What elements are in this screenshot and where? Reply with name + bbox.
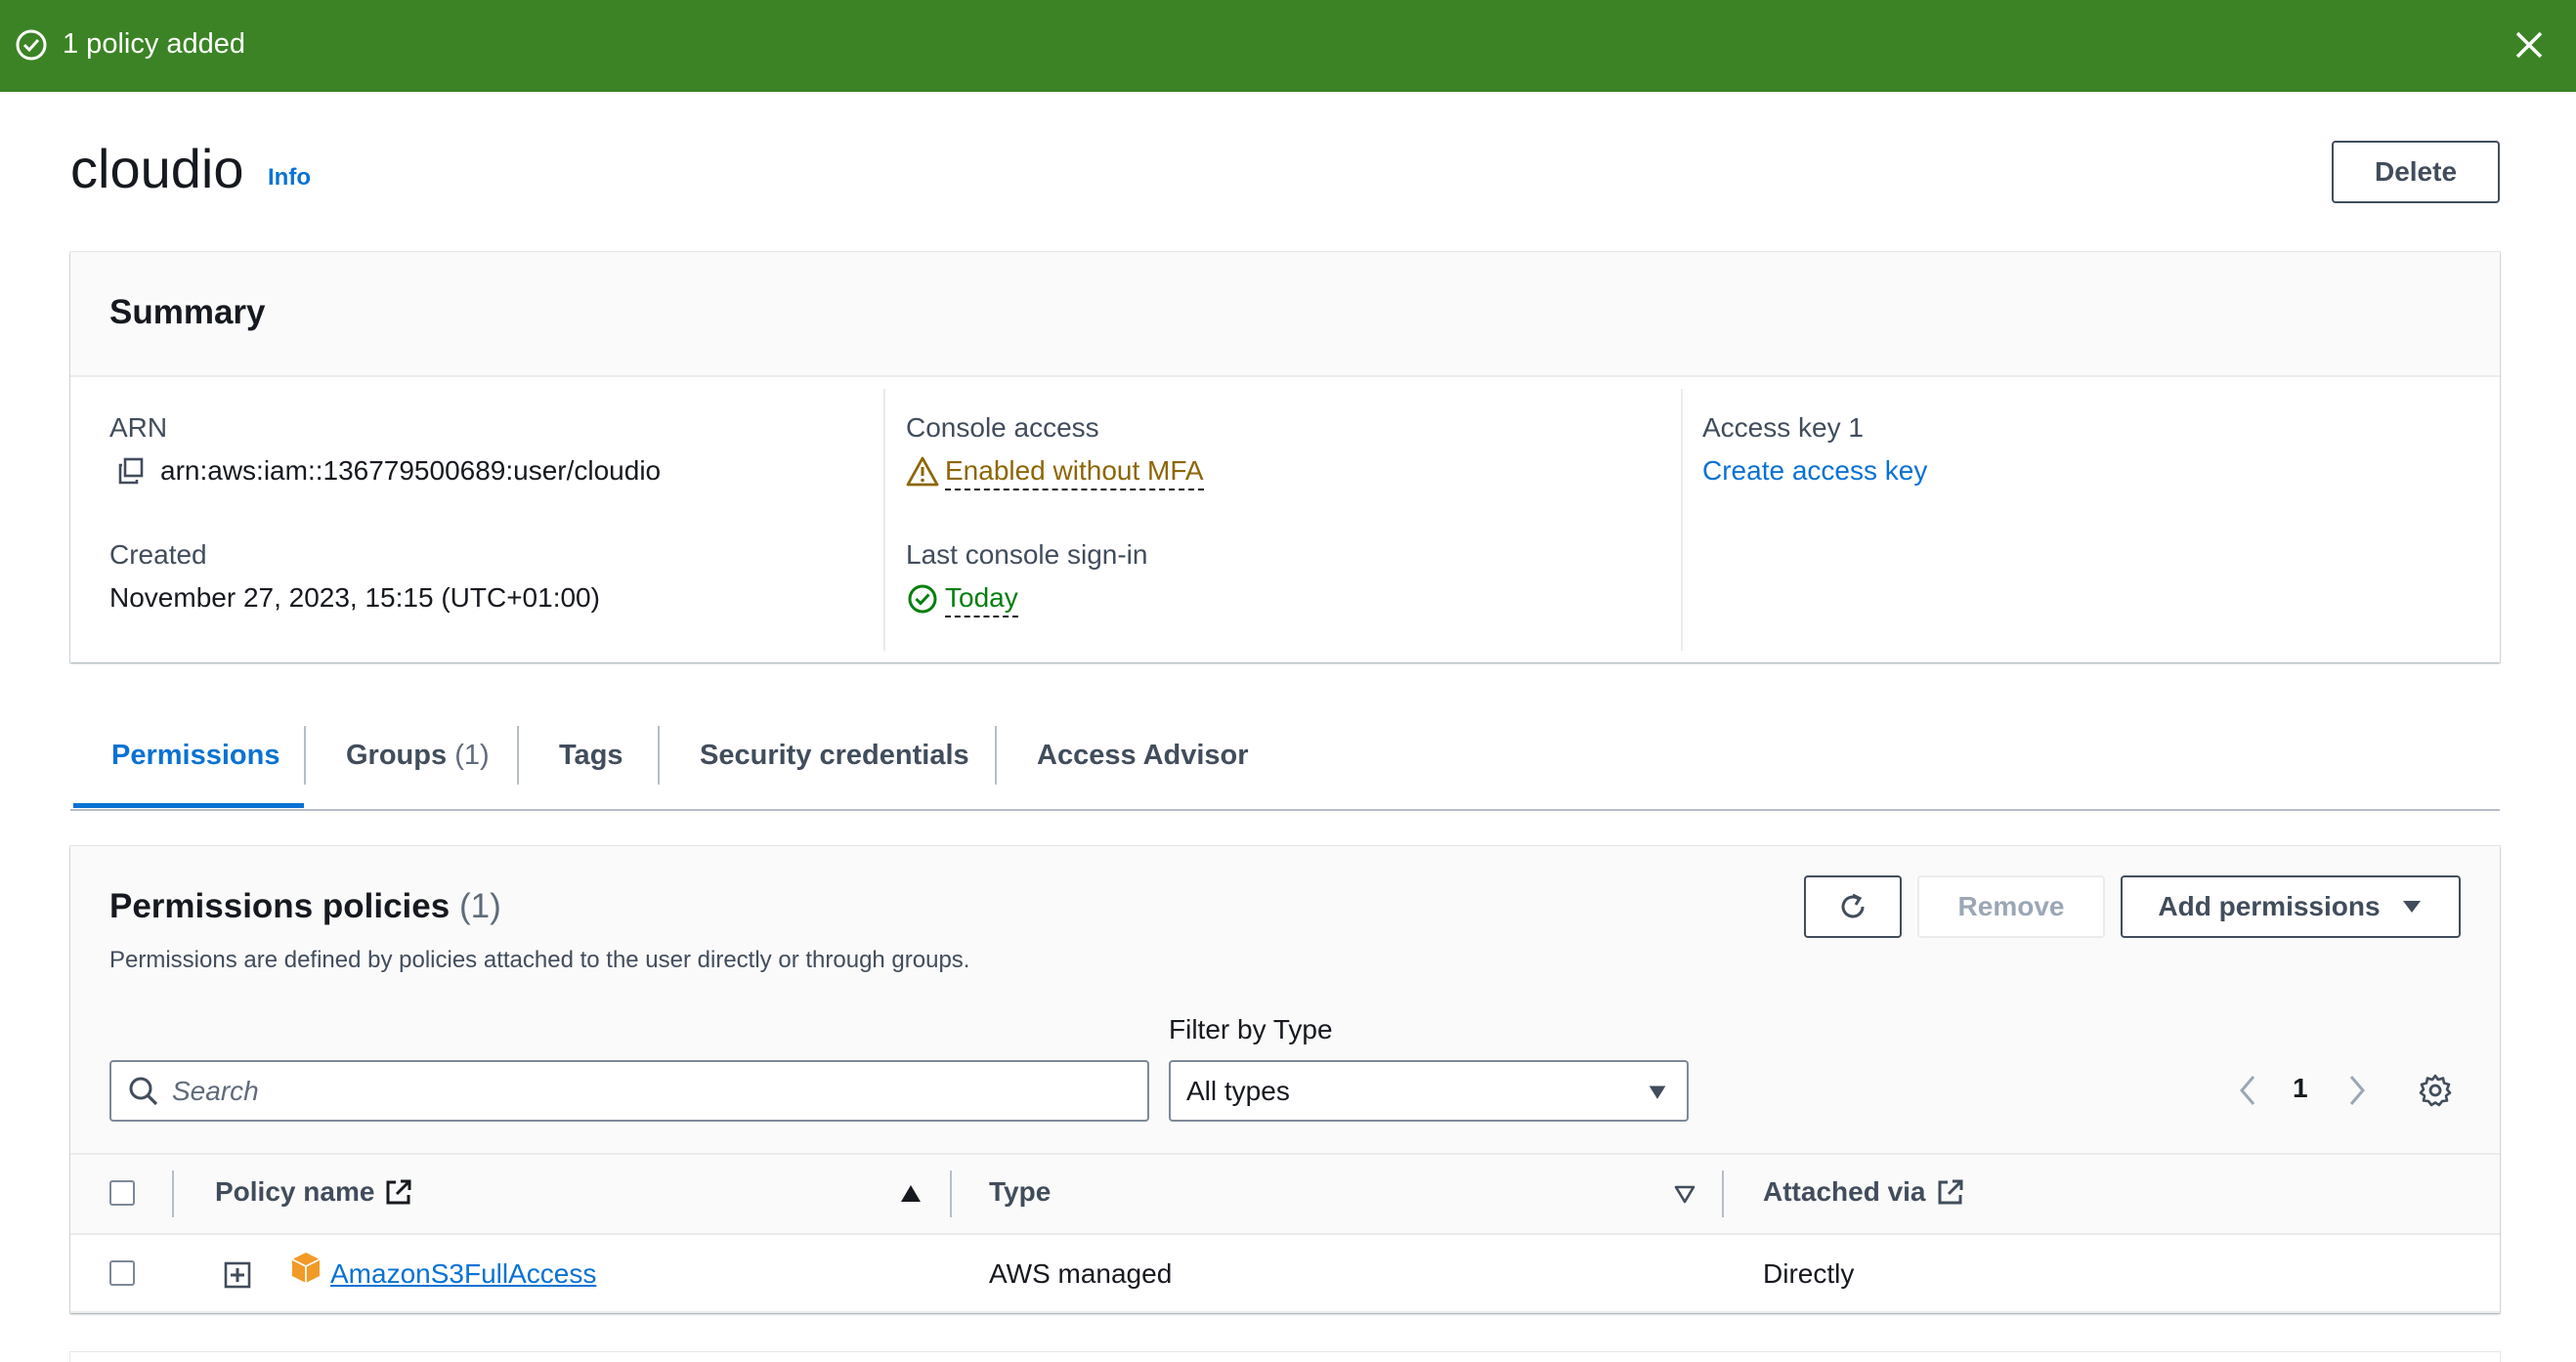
tab-permissions[interactable]: Permissions	[111, 738, 279, 773]
check-circle-icon	[908, 584, 937, 614]
permissions-description: Permissions are defined by policies atta…	[109, 947, 970, 973]
filter-type-select[interactable]: All types	[1169, 1060, 1689, 1122]
column-header-type[interactable]: Type	[989, 1174, 1051, 1210]
summary-card: Summary ARN arn:aws:iam::136779500689:us…	[70, 252, 2500, 662]
tab-label: Tags	[559, 740, 623, 771]
warning-icon	[906, 456, 939, 487]
access-key-label: Access key 1	[1702, 412, 1864, 443]
tab-label: Groups	[346, 740, 448, 771]
tab-separator	[658, 726, 660, 785]
column-header-label: Policy name	[215, 1176, 375, 1207]
permissions-title: Permissions policies (1)	[109, 885, 501, 928]
column-header-attached-via[interactable]: Attached via	[1763, 1174, 1965, 1210]
permissions-title-text: Permissions policies	[109, 887, 451, 925]
delete-button[interactable]: Delete	[2332, 141, 2500, 203]
info-link[interactable]: Info	[268, 164, 311, 192]
policy-attached-via: Directly	[1763, 1258, 1855, 1289]
arn-label: ARN	[109, 412, 168, 443]
chevron-right-icon[interactable]	[2345, 1073, 2369, 1108]
refresh-button[interactable]	[1804, 875, 1902, 938]
console-access-label: Console access	[906, 412, 1099, 443]
column-header-label: Attached via	[1763, 1176, 1926, 1207]
tab-label: Security credentials	[700, 740, 969, 771]
summary-title: Summary	[109, 293, 266, 331]
column-separator	[1722, 1170, 1724, 1217]
tab-label: Permissions	[111, 740, 280, 771]
created-label: Created	[109, 539, 207, 570]
tabs-baseline	[70, 809, 2500, 811]
create-access-key-link[interactable]: Create access key	[1702, 453, 1927, 489]
expand-icon[interactable]	[223, 1260, 252, 1290]
column-divider	[883, 389, 885, 651]
active-tab-indicator	[73, 803, 304, 808]
filter-type-value: All types	[1186, 1076, 1290, 1106]
permissions-count: (1)	[458, 887, 501, 925]
tab-separator	[517, 726, 519, 785]
aws-managed-policy-icon	[291, 1253, 321, 1283]
success-icon	[16, 29, 47, 61]
chevron-left-icon[interactable]	[2236, 1073, 2259, 1108]
table-header	[70, 1153, 2500, 1235]
search-icon	[129, 1077, 158, 1106]
tab-access-advisor[interactable]: Access Advisor	[1037, 738, 1249, 773]
search-input[interactable]	[172, 1072, 1130, 1111]
filter-by-type-label: Filter by Type	[1169, 1014, 1333, 1044]
column-separator	[950, 1170, 952, 1217]
last-signin-value: Today	[945, 580, 1018, 617]
last-signin-label: Last console sign-in	[906, 539, 1148, 570]
sort-ascending-icon[interactable]	[899, 1182, 923, 1206]
flash-banner: 1 policy added	[0, 0, 2576, 92]
caret-down-icon	[2402, 901, 2421, 913]
refresh-icon	[1841, 893, 1865, 918]
console-access-value: Enabled without MFA	[945, 453, 1204, 490]
caret-down-icon	[1649, 1085, 1666, 1099]
tab-label: Access Advisor	[1037, 740, 1249, 771]
external-link-icon	[1938, 1179, 1962, 1205]
search-box	[109, 1060, 1149, 1122]
gear-icon[interactable]	[2418, 1073, 2453, 1108]
column-divider	[1681, 389, 1683, 651]
flash-message: 1 policy added	[63, 28, 246, 60]
policy-type: AWS managed	[989, 1258, 1173, 1289]
external-link-icon	[386, 1179, 411, 1205]
copy-icon[interactable]	[115, 455, 147, 487]
add-permissions-label: Add permissions	[2158, 891, 2381, 921]
tab-count: (1)	[454, 740, 490, 771]
remove-button-label: Remove	[1957, 891, 2065, 921]
next-section	[70, 1352, 2500, 1362]
last-signin-status[interactable]: Today	[906, 580, 1018, 617]
tab-tags[interactable]: Tags	[559, 738, 623, 773]
page-title: cloudio	[70, 138, 244, 199]
column-header-policy-name[interactable]: Policy name	[215, 1174, 413, 1210]
tab-security-credentials[interactable]: Security credentials	[700, 738, 969, 773]
tab-separator	[995, 726, 997, 785]
row-checkbox[interactable]	[109, 1260, 135, 1286]
select-all-checkbox[interactable]	[109, 1180, 135, 1206]
sort-icon[interactable]	[1673, 1182, 1696, 1206]
console-access-status[interactable]: Enabled without MFA	[906, 453, 1204, 490]
arn-value: arn:aws:iam::136779500689:user/cloudio	[160, 455, 662, 486]
tab-separator	[304, 726, 306, 785]
created-value: November 27, 2023, 15:15 (UTC+01:00)	[109, 582, 600, 613]
policy-name-link[interactable]: AmazonS3FullAccess	[330, 1256, 596, 1292]
delete-button-label: Delete	[2374, 156, 2458, 187]
remove-button[interactable]: Remove	[1917, 875, 2105, 938]
column-separator	[172, 1170, 174, 1217]
summary-header: Summary	[70, 252, 2500, 377]
tab-groups[interactable]: Groups (1)	[346, 738, 490, 773]
add-permissions-button[interactable]: Add permissions	[2121, 875, 2461, 938]
close-icon[interactable]	[2512, 27, 2547, 63]
page-number[interactable]: 1	[2293, 1073, 2308, 1104]
